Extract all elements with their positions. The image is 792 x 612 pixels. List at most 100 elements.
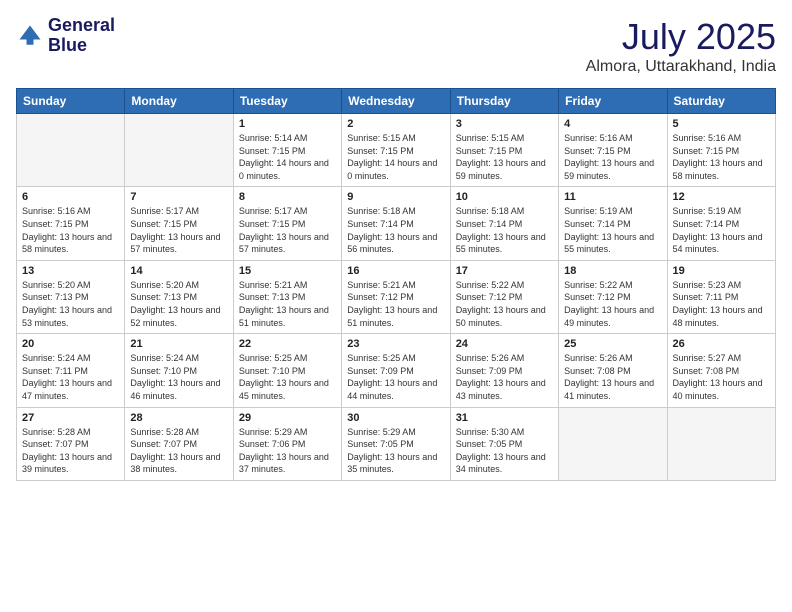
day-info: Sunrise: 5:15 AMSunset: 7:15 PMDaylight:…: [456, 132, 553, 182]
calendar-cell: 26Sunrise: 5:27 AMSunset: 7:08 PMDayligh…: [667, 334, 775, 407]
day-number: 3: [456, 118, 553, 130]
calendar-cell: [17, 114, 125, 187]
calendar-cell: 7 Sunrise: 5:17 AMSunset: 7:15 PMDaylight…: [125, 187, 233, 260]
calendar-cell: 12 Sunrise: 5:19 AMSunset: 7:14 PMDayligh…: [667, 187, 775, 260]
calendar-cell: [559, 407, 667, 480]
day-number: 18: [564, 265, 661, 277]
day-info: Sunrise: 5:21 AMSunset: 7:12 PMDaylight:…: [347, 279, 444, 329]
day-info: Sunrise: 5:23 AMSunset: 7:11 PMDaylight:…: [673, 279, 770, 329]
day-number: 25: [564, 338, 661, 350]
day-number: 27: [22, 412, 119, 424]
title-block: July 2025 Almora, Uttarakhand, India: [586, 16, 776, 76]
day-info: Sunrise: 5:18 AMSunset: 7:14 PMDaylight:…: [347, 205, 444, 255]
day-number: 31: [456, 412, 553, 424]
calendar-cell: 18 Sunrise: 5:22 AMSunset: 7:12 PMDayligh…: [559, 260, 667, 333]
calendar-cell: 5 Sunrise: 5:16 AMSunset: 7:15 PMDaylight…: [667, 114, 775, 187]
calendar-cell: 11 Sunrise: 5:19 AMSunset: 7:14 PMDayligh…: [559, 187, 667, 260]
calendar-week-row: 27 Sunrise: 5:28 AMSunset: 7:07 PMDayligh…: [17, 407, 776, 480]
weekday-header-wednesday: Wednesday: [342, 89, 450, 114]
day-info: Sunrise: 5:22 AMSunset: 7:12 PMDaylight:…: [564, 279, 661, 329]
logo-icon: [16, 22, 44, 50]
calendar-cell: 9 Sunrise: 5:18 AMSunset: 7:14 PMDaylight…: [342, 187, 450, 260]
calendar-week-row: 1Sunrise: 5:14 AMSunset: 7:15 PMDaylight…: [17, 114, 776, 187]
page-header: General Blue July 2025 Almora, Uttarakha…: [16, 16, 776, 76]
logo: General Blue: [16, 16, 115, 56]
calendar-cell: 22 Sunrise: 5:25 AMSunset: 7:10 PMDayligh…: [233, 334, 341, 407]
day-number: 13: [22, 265, 119, 277]
day-number: 24: [456, 338, 553, 350]
month-title: July 2025: [586, 16, 776, 58]
calendar-cell: 29 Sunrise: 5:29 AMSunset: 7:06 PMDayligh…: [233, 407, 341, 480]
logo-text: General Blue: [48, 16, 115, 56]
calendar-cell: 2Sunrise: 5:15 AMSunset: 7:15 PMDaylight…: [342, 114, 450, 187]
weekday-header-saturday: Saturday: [667, 89, 775, 114]
calendar-table: SundayMondayTuesdayWednesdayThursdayFrid…: [16, 88, 776, 481]
day-number: 7: [130, 191, 227, 203]
day-info: Sunrise: 5:20 AMSunset: 7:13 PMDaylight:…: [130, 279, 227, 329]
calendar-cell: 25Sunrise: 5:26 AMSunset: 7:08 PMDayligh…: [559, 334, 667, 407]
calendar-cell: 8Sunrise: 5:17 AMSunset: 7:15 PMDaylight…: [233, 187, 341, 260]
day-info: Sunrise: 5:16 AMSunset: 7:15 PMDaylight:…: [22, 205, 119, 255]
weekday-header-friday: Friday: [559, 89, 667, 114]
calendar-cell: 24Sunrise: 5:26 AMSunset: 7:09 PMDayligh…: [450, 334, 558, 407]
location-subtitle: Almora, Uttarakhand, India: [586, 58, 776, 76]
calendar-cell: 20 Sunrise: 5:24 AMSunset: 7:11 PMDayligh…: [17, 334, 125, 407]
day-info: Sunrise: 5:18 AMSunset: 7:14 PMDaylight:…: [456, 205, 553, 255]
calendar-cell: 6 Sunrise: 5:16 AMSunset: 7:15 PMDaylight…: [17, 187, 125, 260]
day-number: 4: [564, 118, 661, 130]
calendar-cell: 23Sunrise: 5:25 AMSunset: 7:09 PMDayligh…: [342, 334, 450, 407]
day-info: Sunrise: 5:28 AMSunset: 7:07 PMDaylight:…: [22, 426, 119, 476]
calendar-cell: 14 Sunrise: 5:20 AMSunset: 7:13 PMDayligh…: [125, 260, 233, 333]
day-info: Sunrise: 5:20 AMSunset: 7:13 PMDaylight:…: [22, 279, 119, 329]
calendar-header: SundayMondayTuesdayWednesdayThursdayFrid…: [17, 89, 776, 114]
day-number: 16: [347, 265, 444, 277]
calendar-week-row: 6 Sunrise: 5:16 AMSunset: 7:15 PMDaylight…: [17, 187, 776, 260]
day-info: Sunrise: 5:24 AMSunset: 7:11 PMDaylight:…: [22, 352, 119, 402]
day-info: Sunrise: 5:19 AMSunset: 7:14 PMDaylight:…: [673, 205, 770, 255]
day-number: 28: [130, 412, 227, 424]
day-number: 26: [673, 338, 770, 350]
weekday-header-tuesday: Tuesday: [233, 89, 341, 114]
calendar-cell: 17 Sunrise: 5:22 AMSunset: 7:12 PMDayligh…: [450, 260, 558, 333]
day-info: Sunrise: 5:17 AMSunset: 7:15 PMDaylight:…: [130, 205, 227, 255]
calendar-cell: [667, 407, 775, 480]
calendar-cell: 15 Sunrise: 5:21 AMSunset: 7:13 PMDayligh…: [233, 260, 341, 333]
day-info: Sunrise: 5:30 AMSunset: 7:05 PMDaylight:…: [456, 426, 553, 476]
day-number: 1: [239, 118, 336, 130]
day-number: 21: [130, 338, 227, 350]
day-info: Sunrise: 5:24 AMSunset: 7:10 PMDaylight:…: [130, 352, 227, 402]
weekday-header-row: SundayMondayTuesdayWednesdayThursdayFrid…: [17, 89, 776, 114]
day-info: Sunrise: 5:19 AMSunset: 7:14 PMDaylight:…: [564, 205, 661, 255]
calendar-cell: 10Sunrise: 5:18 AMSunset: 7:14 PMDayligh…: [450, 187, 558, 260]
calendar-body: 1Sunrise: 5:14 AMSunset: 7:15 PMDaylight…: [17, 114, 776, 481]
day-number: 14: [130, 265, 227, 277]
calendar-cell: 19Sunrise: 5:23 AMSunset: 7:11 PMDayligh…: [667, 260, 775, 333]
day-number: 5: [673, 118, 770, 130]
calendar-cell: 21 Sunrise: 5:24 AMSunset: 7:10 PMDayligh…: [125, 334, 233, 407]
day-info: Sunrise: 5:29 AMSunset: 7:06 PMDaylight:…: [239, 426, 336, 476]
day-number: 12: [673, 191, 770, 203]
day-info: Sunrise: 5:22 AMSunset: 7:12 PMDaylight:…: [456, 279, 553, 329]
calendar-cell: [125, 114, 233, 187]
calendar-cell: 31 Sunrise: 5:30 AMSunset: 7:05 PMDayligh…: [450, 407, 558, 480]
weekday-header-sunday: Sunday: [17, 89, 125, 114]
day-info: Sunrise: 5:25 AMSunset: 7:10 PMDaylight:…: [239, 352, 336, 402]
calendar-cell: 3 Sunrise: 5:15 AMSunset: 7:15 PMDaylight…: [450, 114, 558, 187]
day-number: 22: [239, 338, 336, 350]
day-info: Sunrise: 5:16 AMSunset: 7:15 PMDaylight:…: [673, 132, 770, 182]
day-number: 17: [456, 265, 553, 277]
day-info: Sunrise: 5:15 AMSunset: 7:15 PMDaylight:…: [347, 132, 444, 182]
day-info: Sunrise: 5:16 AMSunset: 7:15 PMDaylight:…: [564, 132, 661, 182]
day-info: Sunrise: 5:28 AMSunset: 7:07 PMDaylight:…: [130, 426, 227, 476]
day-number: 11: [564, 191, 661, 203]
weekday-header-thursday: Thursday: [450, 89, 558, 114]
day-info: Sunrise: 5:21 AMSunset: 7:13 PMDaylight:…: [239, 279, 336, 329]
weekday-header-monday: Monday: [125, 89, 233, 114]
day-number: 20: [22, 338, 119, 350]
day-info: Sunrise: 5:17 AMSunset: 7:15 PMDaylight:…: [239, 205, 336, 255]
day-number: 15: [239, 265, 336, 277]
calendar-cell: 4 Sunrise: 5:16 AMSunset: 7:15 PMDaylight…: [559, 114, 667, 187]
day-number: 9: [347, 191, 444, 203]
day-number: 6: [22, 191, 119, 203]
day-number: 29: [239, 412, 336, 424]
